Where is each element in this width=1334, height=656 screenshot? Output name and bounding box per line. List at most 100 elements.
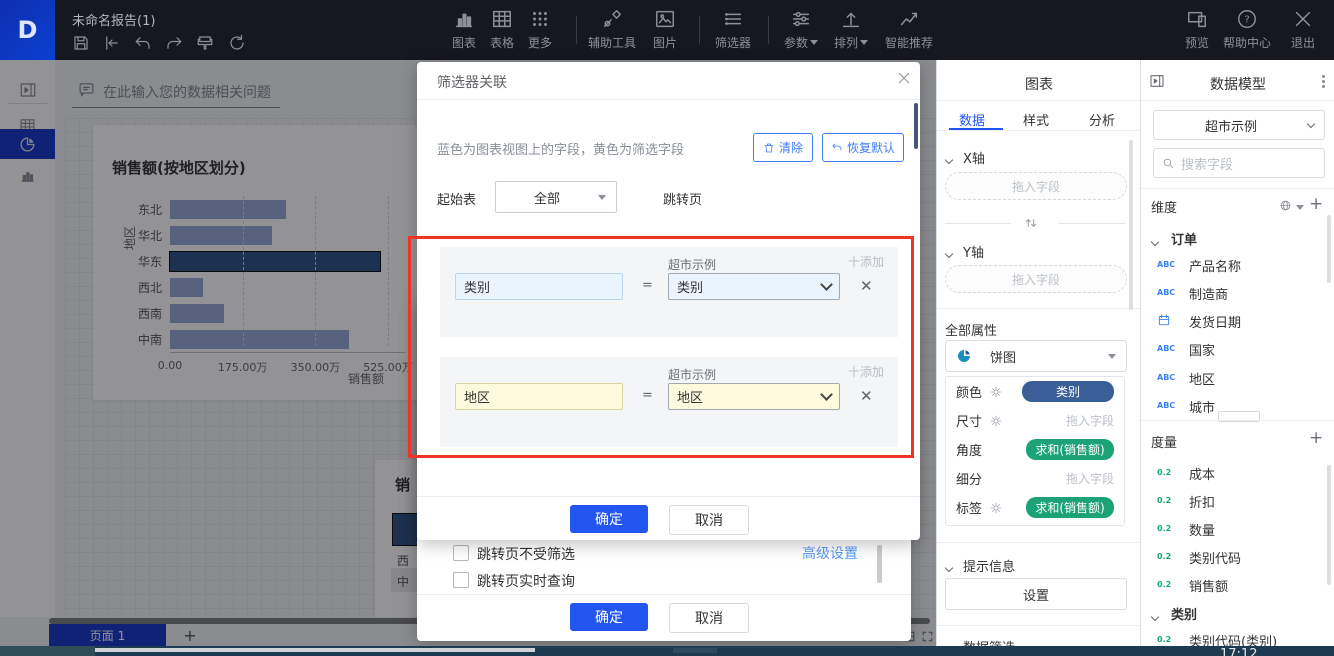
format-brush-icon[interactable] — [196, 34, 214, 52]
toolbar-separator — [699, 16, 700, 44]
panel-divider — [1141, 188, 1334, 189]
chart-panel-scrollbar[interactable] — [1129, 140, 1133, 310]
jump-dialog-cancel-button[interactable]: 取消 — [669, 603, 749, 633]
detail-drop-placeholder[interactable]: 拖入字段 — [1066, 470, 1114, 487]
logo-letter: D — [18, 16, 38, 44]
measure-group-category[interactable]: 类别 — [1171, 604, 1197, 623]
calendar-icon — [1157, 313, 1171, 327]
top-header: D 未命名报告(1) 图表 表格 更多 辅助工具 图片 — [0, 0, 1334, 60]
field-manufacturer[interactable]: 制造商 — [1189, 284, 1228, 303]
dataset-select[interactable]: 超市示例 — [1153, 110, 1325, 140]
clear-button[interactable]: 清除 — [753, 133, 813, 162]
x-axis-drop-zone[interactable]: 拖入字段 — [945, 172, 1127, 200]
text-field-icon: ABC — [1157, 344, 1179, 353]
back-to-start-icon[interactable] — [103, 34, 121, 52]
exit-button[interactable]: 退出 — [1274, 8, 1332, 54]
start-table-select[interactable]: 全部 — [495, 181, 617, 213]
clear-button-label: 清除 — [779, 139, 803, 156]
jump-dialog-ok-button[interactable]: 确定 — [570, 603, 648, 631]
pie-chart-type-icon — [956, 348, 972, 364]
caret-down-icon — [598, 195, 606, 200]
angle-field-pill[interactable]: 求和(销售额) — [1026, 439, 1114, 460]
globe-icon[interactable] — [1279, 199, 1293, 213]
data-model-title: 数据模型 — [1141, 74, 1334, 94]
swap-axes-icon[interactable] — [1023, 215, 1039, 231]
chart-settings-panel: 图表 数据 样式 分析 X轴 拖入字段 Y轴 拖入字段 全部属性 饼图 颜色 类… — [936, 60, 1141, 646]
dialog-ok-button[interactable]: 确定 — [570, 505, 648, 533]
y-axis-section-chevron[interactable] — [946, 246, 952, 261]
app-logo[interactable]: D — [0, 0, 55, 60]
add-dimension-icon[interactable]: + — [1309, 194, 1323, 214]
tooltip-settings-button[interactable]: 设置 — [945, 578, 1127, 610]
field-cost[interactable]: 成本 — [1189, 464, 1215, 483]
kebab-menu-icon[interactable] — [1319, 73, 1327, 90]
y-axis-section-label: Y轴 — [963, 242, 984, 261]
size-drop-placeholder[interactable]: 拖入字段 — [1066, 412, 1114, 429]
field-city[interactable]: 城市 — [1189, 397, 1215, 416]
field-country[interactable]: 国家 — [1189, 340, 1215, 359]
data-model-panel: 数据模型 超市示例 搜索字段 维度 + 订单 ABC 产品名称 ABC 制造商 … — [1140, 60, 1334, 646]
tab-analysis[interactable]: 分析 — [1089, 110, 1115, 129]
swap-divider — [945, 223, 1011, 224]
field-category-code[interactable]: 类别代码 — [1189, 548, 1241, 567]
number-field-icon: 0.2 — [1157, 635, 1179, 644]
property-group: 颜色 类别 尺寸 拖入字段 角度 求和(销售额) 细分 拖入字段 标签 求和(销… — [945, 376, 1125, 526]
preview-label: 预览 — [1185, 34, 1209, 51]
refresh-icon[interactable] — [228, 34, 246, 52]
dimension-group-orders[interactable]: 订单 — [1171, 229, 1197, 248]
toolbar-filter[interactable]: 筛选器 — [704, 8, 762, 54]
toolbar-arrange[interactable]: 排列 — [822, 8, 880, 54]
tooltip-section-chevron[interactable] — [946, 560, 952, 575]
panel-divider — [1141, 100, 1334, 101]
save-icon[interactable] — [72, 34, 90, 52]
measure-group-chevron[interactable] — [1152, 609, 1158, 624]
gear-icon[interactable] — [990, 502, 1002, 514]
y-axis-drop-zone[interactable]: 拖入字段 — [945, 265, 1127, 293]
report-title[interactable]: 未命名报告(1) — [72, 10, 155, 29]
checkbox-jump-no-filter[interactable] — [453, 545, 469, 561]
dimensions-scrollbar[interactable] — [1327, 215, 1331, 283]
toolbar-more[interactable]: 更多 — [511, 8, 569, 54]
color-field-pill[interactable]: 类别 — [1022, 381, 1114, 402]
dataset-value: 超市示例 — [1154, 116, 1308, 135]
dimension-group-chevron[interactable] — [1152, 234, 1158, 249]
checkbox-jump-realtime[interactable] — [453, 572, 469, 588]
field-region[interactable]: 地区 — [1189, 369, 1215, 388]
measures-scrollbar[interactable] — [1327, 465, 1331, 585]
label-field-pill[interactable]: 求和(销售额) — [1026, 497, 1114, 518]
gear-icon[interactable] — [990, 386, 1002, 398]
help-center-button[interactable]: ? 帮助中心 — [1218, 8, 1276, 54]
field-ship-date[interactable]: 发货日期 — [1189, 312, 1241, 331]
number-field-icon: 0.2 — [1157, 552, 1179, 561]
restore-default-button[interactable]: 恢复默认 — [822, 133, 904, 162]
prop-detail-label: 细分 — [956, 469, 986, 488]
chart-panel-title: 图表 — [937, 74, 1141, 94]
number-field-icon: 0.2 — [1157, 524, 1179, 533]
caret-down-icon — [810, 40, 818, 45]
dialog-cancel-button[interactable]: 取消 — [669, 505, 749, 535]
tab-data[interactable]: 数据 — [959, 110, 985, 129]
field-sales[interactable]: 销售额 — [1189, 576, 1228, 595]
toolbar-smart-recommend[interactable]: 智能推荐 — [876, 8, 942, 54]
redo-icon[interactable] — [165, 34, 183, 52]
toolbar-image[interactable]: 图片 — [636, 8, 694, 54]
caret-down-icon[interactable] — [1296, 205, 1304, 210]
add-measure-icon[interactable]: + — [1309, 428, 1323, 448]
tab-style[interactable]: 样式 — [1023, 110, 1049, 129]
toolbar-aux-tools[interactable]: 辅助工具 — [583, 8, 641, 54]
field-discount[interactable]: 折扣 — [1189, 492, 1215, 511]
prop-size-label: 尺寸 — [956, 411, 986, 430]
advanced-settings-link[interactable]: 高级设置 — [802, 543, 858, 563]
status-strip-corner — [0, 646, 95, 656]
dialog-scrollbar[interactable] — [914, 103, 918, 149]
x-axis-section-chevron[interactable] — [946, 152, 952, 167]
text-field-icon: ABC — [1157, 401, 1179, 410]
field-search-box[interactable]: 搜索字段 — [1153, 148, 1325, 178]
field-product-name[interactable]: 产品名称 — [1189, 256, 1241, 275]
gear-icon[interactable] — [990, 415, 1002, 427]
undo-icon[interactable] — [134, 34, 152, 52]
close-icon[interactable] — [896, 70, 912, 86]
chart-type-select[interactable]: 饼图 — [945, 340, 1127, 372]
jump-dialog-scrollbar[interactable] — [877, 545, 882, 583]
field-quantity[interactable]: 数量 — [1189, 520, 1215, 539]
